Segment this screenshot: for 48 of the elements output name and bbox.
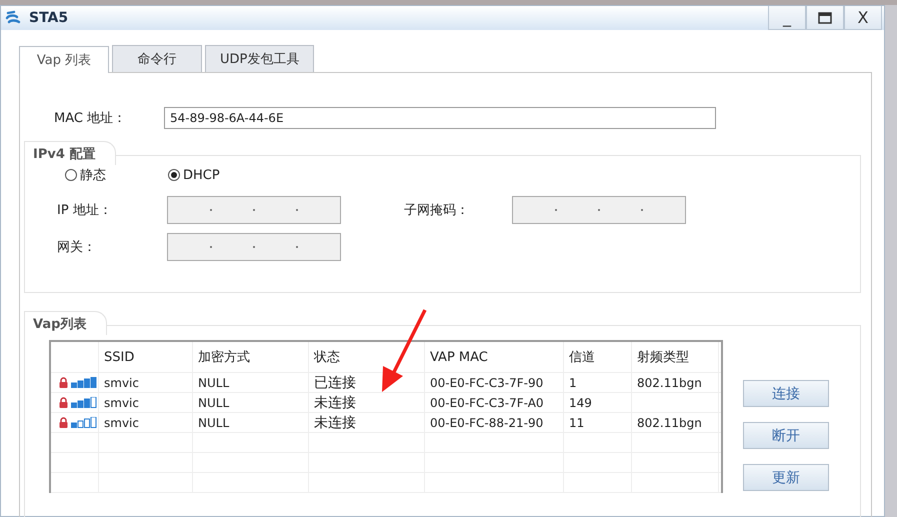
table-cell: NULL	[193, 413, 309, 432]
ip-field[interactable]	[167, 196, 341, 224]
table-cell: 149	[564, 393, 632, 412]
table-cell: NULL	[193, 373, 309, 392]
table-cell: 1	[564, 373, 632, 392]
column-header[interactable]: VAP MAC	[425, 342, 564, 372]
column-header[interactable]: 信道	[564, 342, 632, 372]
column-header[interactable]: SSID	[99, 342, 193, 372]
ip-label: IP 地址：	[57, 202, 113, 219]
table-cell: 未连接	[309, 393, 425, 412]
action-button[interactable]: 更新	[743, 464, 829, 491]
mask-field[interactable]	[512, 196, 686, 224]
table-cell: 00-E0-FC-88-21-90	[425, 413, 564, 432]
tab[interactable]: Vap 列表	[19, 46, 109, 73]
maximize-button[interactable]	[806, 6, 844, 30]
table-row[interactable]: smvic NULL 未连接 00-E0-FC-88-21-90 11 802.11bgn	[51, 413, 721, 433]
table-cell: smvic	[99, 373, 193, 392]
mac-label: MAC 地址：	[53, 110, 128, 127]
gateway-field[interactable]	[167, 233, 341, 261]
column-header[interactable]: 射频类型	[632, 342, 719, 372]
window-title: STA5	[29, 10, 68, 26]
table-cell: 802.11bgn	[632, 373, 719, 392]
radio-button[interactable]	[65, 169, 77, 181]
tab[interactable]: 命令行	[112, 45, 202, 72]
radio-option[interactable]: 静态	[65, 166, 168, 184]
close-button[interactable]: X	[844, 6, 882, 30]
column-header[interactable]: 加密方式	[193, 342, 309, 372]
table-cell: 00-E0-FC-C3-7F-90	[425, 373, 564, 392]
table-cell: NULL	[193, 393, 309, 412]
table-row[interactable]: smvic NULL 未连接 00-E0-FC-C3-7F-A0 149	[51, 393, 721, 413]
group-title: Vap列表	[24, 311, 108, 335]
table-cell: smvic	[99, 393, 193, 412]
minimize-button[interactable]: _	[768, 6, 806, 30]
mask-label: 子网掩码：	[404, 202, 470, 219]
action-button[interactable]: 断开	[743, 422, 829, 449]
table-cell: smvic	[99, 413, 193, 432]
table-cell: 802.11bgn	[632, 413, 719, 432]
table-cell: 11	[564, 413, 632, 432]
action-button[interactable]: 连接	[743, 380, 829, 407]
radio-button[interactable]	[168, 169, 180, 181]
tab[interactable]: UDP发包工具	[205, 45, 314, 72]
maximize-icon	[818, 12, 832, 24]
group-title: IPv4 配置	[24, 141, 116, 165]
gateway-label: 网关：	[57, 239, 97, 256]
table-cell: 未连接	[309, 413, 425, 432]
radio-option[interactable]: DHCP	[168, 166, 271, 184]
mac-field[interactable]: 54-89-98-6A-44-6E	[164, 107, 716, 129]
table-cell: 00-E0-FC-C3-7F-A0	[425, 393, 564, 412]
